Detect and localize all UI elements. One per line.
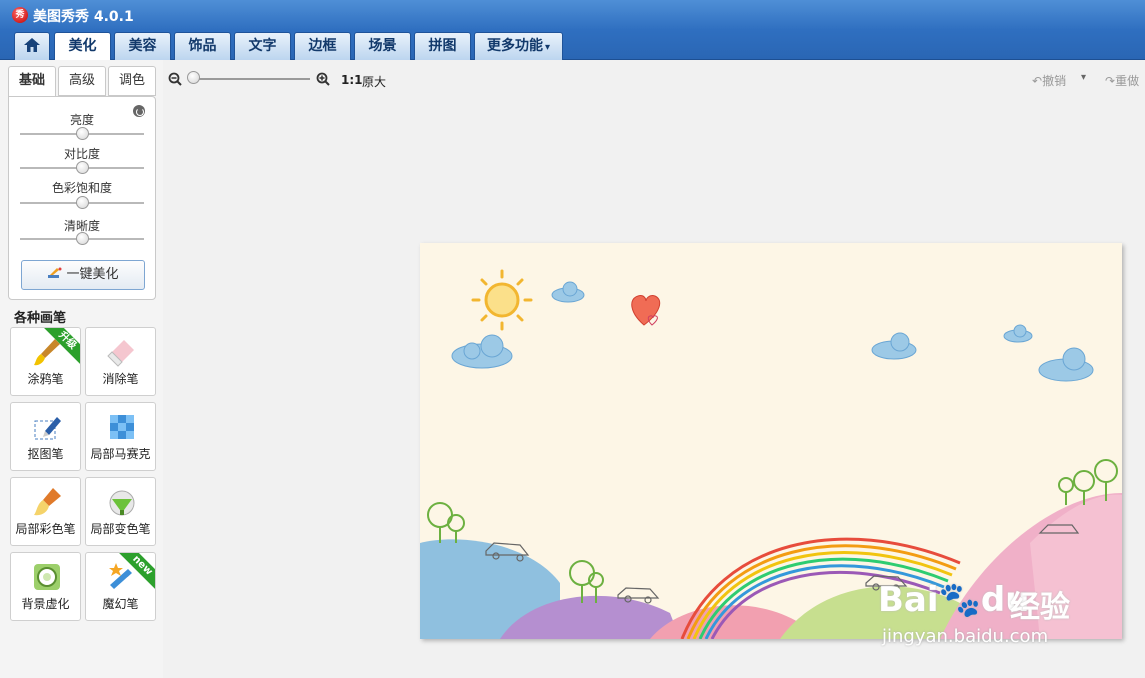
one-click-beautify-button[interactable]: 一键美化 [21, 260, 145, 290]
blur-icon [31, 561, 63, 593]
basic-adjust-panel: 亮度 对比度 色彩饱和度 清晰度 一键美化 [8, 96, 156, 300]
brush-label: 魔幻笔 [102, 597, 139, 611]
brush-label: 局部马赛克 [90, 447, 151, 461]
brush-mosaic[interactable]: 局部马赛克 [85, 402, 156, 471]
brush-label: 局部变色笔 [90, 522, 151, 536]
brushes-section-title: 各种画笔 [14, 311, 67, 326]
color-change-icon [106, 486, 138, 518]
brightness-slider[interactable] [20, 127, 144, 140]
subtab-basic[interactable]: 基础 [8, 66, 56, 97]
left-panel: 基础 高级 调色 亮度 对比度 色彩饱和度 清晰度 一键美化 各种画笔 涂鸦笔 … [0, 60, 163, 678]
tab-accessories[interactable]: 饰品 [174, 32, 231, 60]
subtab-advanced[interactable]: 高级 [58, 66, 106, 96]
brush-background-blur[interactable]: 背景虚化 [10, 552, 81, 621]
undo-button[interactable]: ↶撤销 [1032, 72, 1066, 89]
watermark-cn: 经验 [1010, 590, 1070, 625]
home-icon [24, 38, 40, 52]
brush-eraser[interactable]: 消除笔 [85, 327, 156, 396]
one-click-beautify-label: 一键美化 [66, 267, 119, 282]
contrast-slider[interactable] [20, 161, 144, 174]
saturation-slider[interactable] [20, 196, 144, 209]
watermark-url: jingyan.baidu.com [882, 626, 1049, 647]
tab-scene[interactable]: 场景 [354, 32, 411, 60]
mosaic-icon [106, 411, 138, 443]
watermark-brand: Bai🐾du [878, 580, 1029, 620]
tab-frame[interactable]: 边框 [294, 32, 351, 60]
brush-label: 消除笔 [102, 372, 139, 386]
paw-icon: 🐾 [938, 580, 981, 620]
slider-thumb[interactable] [76, 161, 89, 174]
app-logo-icon: 秀 [12, 7, 28, 23]
sun [471, 269, 533, 331]
tab-face[interactable]: 美容 [114, 32, 171, 60]
undo-icon: ↶ [1032, 74, 1043, 88]
sharpness-slider[interactable] [20, 232, 144, 245]
window-title: 美图秀秀 4.0.1 [33, 9, 134, 25]
tab-more-features[interactable]: 更多功能 ▾ [474, 32, 563, 60]
brush-color-change[interactable]: 局部变色笔 [85, 477, 156, 546]
tab-more-label: 更多功能 [486, 38, 543, 54]
tab-home[interactable] [14, 32, 50, 60]
actual-size-button[interactable]: 原大 [362, 73, 386, 90]
watermark-brand-part: Bai [878, 580, 939, 620]
brush-label: 局部彩色笔 [15, 522, 76, 536]
slider-thumb[interactable] [76, 196, 89, 209]
zoom-in-icon[interactable] [316, 72, 330, 86]
tab-collage[interactable]: 拼图 [414, 32, 471, 60]
brush-label: 抠图笔 [27, 447, 64, 461]
color-brush-icon [31, 486, 63, 518]
brush-magic[interactable]: 魔幻笔 new [85, 552, 156, 621]
title-bar: 秀 美图秀秀 4.0.1 [0, 0, 1145, 30]
zoom-slider-thumb[interactable] [187, 71, 200, 84]
tab-text[interactable]: 文字 [234, 32, 291, 60]
redo-label: 重做 [1115, 74, 1140, 88]
contrast-label: 对比度 [63, 147, 100, 161]
slider-thumb[interactable] [76, 127, 89, 140]
main-tab-bar: 美化 美容 饰品 文字 边框 场景 拼图 更多功能 ▾ [0, 30, 1145, 61]
brush-label: 涂鸦笔 [27, 372, 64, 386]
slider-thumb[interactable] [76, 232, 89, 245]
brightness-label: 亮度 [69, 113, 94, 127]
chevron-down-icon: ▾ [544, 42, 551, 53]
subtab-color[interactable]: 调色 [108, 66, 156, 96]
cutout-pen-icon [31, 411, 63, 443]
brush-label: 背景虚化 [21, 597, 70, 611]
actual-size-ratio[interactable]: 1:1 [341, 73, 363, 87]
brush-cutout[interactable]: 抠图笔 [10, 402, 81, 471]
eraser-icon [106, 336, 138, 368]
magic-wand-icon [47, 262, 63, 278]
zoom-slider[interactable] [192, 78, 310, 80]
redo-icon: ↷ [1105, 74, 1116, 88]
undo-label: 撤销 [1042, 74, 1067, 88]
redo-button[interactable]: ↷重做 [1105, 72, 1139, 89]
undo-history-chevron-icon[interactable]: ▾ [1081, 72, 1086, 83]
zoom-out-icon[interactable] [168, 72, 182, 86]
brush-graffiti[interactable]: 涂鸦笔 升级 [10, 327, 81, 396]
tab-beautify[interactable]: 美化 [54, 32, 111, 61]
baidu-jingyan-watermark: Bai🐾du 经验 jingyan.baidu.com [878, 580, 1108, 650]
saturation-label: 色彩饱和度 [51, 181, 112, 195]
brush-local-color[interactable]: 局部彩色笔 [10, 477, 81, 546]
